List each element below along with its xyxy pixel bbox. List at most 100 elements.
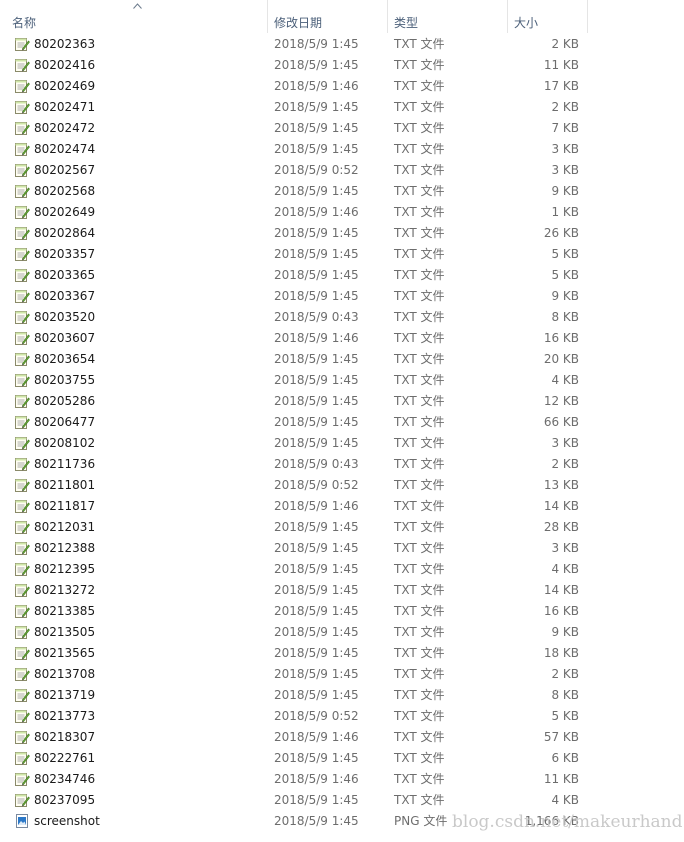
file-type: TXT 文件 [394,268,445,282]
file-size: 4 KB [551,373,579,387]
file-name: 80208102 [34,436,96,450]
file-row[interactable]: 80202474 2018/5/9 1:45 TXT 文件 3 KB [0,139,684,160]
text-file-icon [14,288,30,304]
file-row[interactable]: 80213385 2018/5/9 1:45 TXT 文件 16 KB [0,601,684,622]
text-file-icon [14,687,30,703]
file-type: TXT 文件 [394,373,445,387]
file-row[interactable]: 80212395 2018/5/9 1:45 TXT 文件 4 KB [0,559,684,580]
file-size: 14 KB [543,499,579,513]
file-row[interactable]: 80202472 2018/5/9 1:45 TXT 文件 7 KB [0,118,684,139]
file-row[interactable]: 80203654 2018/5/9 1:45 TXT 文件 20 KB [0,349,684,370]
file-type: TXT 文件 [394,205,445,219]
file-row[interactable]: 80206477 2018/5/9 1:45 TXT 文件 66 KB [0,412,684,433]
file-row[interactable]: 80213708 2018/5/9 1:45 TXT 文件 2 KB [0,664,684,685]
file-row[interactable]: 80212031 2018/5/9 1:45 TXT 文件 28 KB [0,517,684,538]
file-row[interactable]: 80213719 2018/5/9 1:45 TXT 文件 8 KB [0,685,684,706]
file-row[interactable]: 80202471 2018/5/9 1:45 TXT 文件 2 KB [0,97,684,118]
file-row[interactable]: 80208102 2018/5/9 1:45 TXT 文件 3 KB [0,433,684,454]
file-modified-date: 2018/5/9 1:45 [274,814,359,828]
file-row[interactable]: 80211801 2018/5/9 0:52 TXT 文件 13 KB [0,475,684,496]
file-type: TXT 文件 [394,331,445,345]
file-modified-date: 2018/5/9 1:45 [274,100,359,114]
file-row[interactable]: 80202649 2018/5/9 1:46 TXT 文件 1 KB [0,202,684,223]
file-list: 80202363 2018/5/9 1:45 TXT 文件 2 KB 80202416 2… [0,34,684,832]
text-file-icon [14,603,30,619]
file-row[interactable]: 80218307 2018/5/9 1:46 TXT 文件 57 KB [0,727,684,748]
file-type: TXT 文件 [394,751,445,765]
file-size: 14 KB [543,583,579,597]
file-row[interactable]: 80203755 2018/5/9 1:45 TXT 文件 4 KB [0,370,684,391]
file-name: 80211817 [34,499,96,513]
file-row[interactable]: 80203367 2018/5/9 1:45 TXT 文件 9 KB [0,286,684,307]
file-type: TXT 文件 [394,688,445,702]
file-name: 80202649 [34,205,96,219]
column-header-date[interactable]: 修改日期 [274,0,322,33]
text-file-icon [14,435,30,451]
column-divider[interactable] [267,0,268,33]
file-row[interactable]: 80203520 2018/5/9 0:43 TXT 文件 8 KB [0,307,684,328]
file-size: 2 KB [551,100,579,114]
file-name: 80203755 [34,373,96,387]
text-file-icon [14,78,30,94]
file-row[interactable]: 80202416 2018/5/9 1:45 TXT 文件 11 KB [0,55,684,76]
file-row[interactable]: 80202568 2018/5/9 1:45 TXT 文件 9 KB [0,181,684,202]
file-modified-date: 2018/5/9 0:43 [274,310,359,324]
file-modified-date: 2018/5/9 1:45 [274,667,359,681]
file-row[interactable]: 80211736 2018/5/9 0:43 TXT 文件 2 KB [0,454,684,475]
text-file-icon [14,645,30,661]
file-name: 80212395 [34,562,96,576]
column-divider[interactable] [387,0,388,33]
file-row[interactable]: screenshot 2018/5/9 1:45 PNG 文件 1,166 KB [0,811,684,832]
file-name: 80213385 [34,604,96,618]
file-row[interactable]: 80202469 2018/5/9 1:46 TXT 文件 17 KB [0,76,684,97]
file-modified-date: 2018/5/9 1:45 [274,142,359,156]
file-row[interactable]: 80213773 2018/5/9 0:52 TXT 文件 5 KB [0,706,684,727]
file-row[interactable]: 80202363 2018/5/9 1:45 TXT 文件 2 KB [0,34,684,55]
file-row[interactable]: 80222761 2018/5/9 1:45 TXT 文件 6 KB [0,748,684,769]
file-row[interactable]: 80237095 2018/5/9 1:45 TXT 文件 4 KB [0,790,684,811]
column-divider[interactable] [587,0,588,33]
file-size: 28 KB [543,520,579,534]
column-header-type[interactable]: 类型 [394,0,418,33]
file-name: screenshot [34,814,100,828]
column-divider[interactable] [507,0,508,33]
file-name: 80213272 [34,583,96,597]
file-modified-date: 2018/5/9 1:45 [274,247,359,261]
file-row[interactable]: 80213505 2018/5/9 1:45 TXT 文件 9 KB [0,622,684,643]
file-modified-date: 2018/5/9 1:45 [274,268,359,282]
file-type: TXT 文件 [394,772,445,786]
file-row[interactable]: 80203365 2018/5/9 1:45 TXT 文件 5 KB [0,265,684,286]
column-header-name[interactable]: 名称 [12,0,36,33]
file-name: 80213708 [34,667,96,681]
file-modified-date: 2018/5/9 1:45 [274,58,359,72]
file-row[interactable]: 80213272 2018/5/9 1:45 TXT 文件 14 KB [0,580,684,601]
file-row[interactable]: 80203357 2018/5/9 1:45 TXT 文件 5 KB [0,244,684,265]
file-row[interactable]: 80213565 2018/5/9 1:45 TXT 文件 18 KB [0,643,684,664]
file-row[interactable]: 80212388 2018/5/9 1:45 TXT 文件 3 KB [0,538,684,559]
file-size: 2 KB [551,457,579,471]
file-type: PNG 文件 [394,814,448,828]
text-file-icon [14,582,30,598]
file-modified-date: 2018/5/9 1:45 [274,121,359,135]
file-row[interactable]: 80203607 2018/5/9 1:46 TXT 文件 16 KB [0,328,684,349]
image-file-icon [14,813,30,829]
text-file-icon [14,498,30,514]
column-header-size[interactable]: 大小 [514,0,538,33]
file-modified-date: 2018/5/9 0:43 [274,457,359,471]
file-row[interactable]: 80202567 2018/5/9 0:52 TXT 文件 3 KB [0,160,684,181]
file-row[interactable]: 80202864 2018/5/9 1:45 TXT 文件 26 KB [0,223,684,244]
text-file-icon [14,246,30,262]
file-row[interactable]: 80234746 2018/5/9 1:46 TXT 文件 11 KB [0,769,684,790]
file-modified-date: 2018/5/9 1:45 [274,646,359,660]
file-type: TXT 文件 [394,121,445,135]
file-row[interactable]: 80205286 2018/5/9 1:45 TXT 文件 12 KB [0,391,684,412]
file-name: 80203654 [34,352,96,366]
text-file-icon [14,351,30,367]
file-name: 80213719 [34,688,96,702]
file-type: TXT 文件 [394,709,445,723]
text-file-icon [14,771,30,787]
file-name: 80203367 [34,289,96,303]
file-size: 11 KB [543,772,579,786]
text-file-icon [14,519,30,535]
file-row[interactable]: 80211817 2018/5/9 1:46 TXT 文件 14 KB [0,496,684,517]
